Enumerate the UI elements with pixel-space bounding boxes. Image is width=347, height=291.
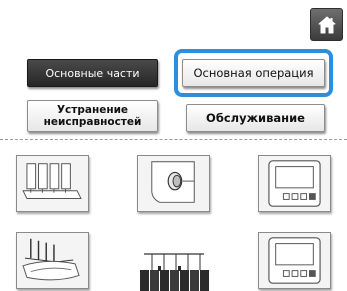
troubleshooting-button[interactable]: Устранение неисправностей: [27, 100, 158, 132]
tile-lcd-panel-1[interactable]: [258, 155, 331, 212]
thread-stand-icon: [22, 238, 80, 281]
tile-thread-stand[interactable]: [16, 232, 89, 289]
home-button[interactable]: [310, 8, 343, 41]
help-screen: Основные части Основная операция Устране…: [0, 0, 347, 291]
basic-operation-button[interactable]: Основная операция: [182, 59, 325, 87]
main-parts-button[interactable]: Основные части: [27, 59, 158, 87]
divider: [0, 139, 347, 140]
machine-side-knob-icon: [151, 161, 195, 203]
tile-machine-front[interactable]: [16, 155, 89, 212]
lcd-panel-icon: [268, 237, 321, 284]
tile-lcd-panel-2[interactable]: [258, 232, 331, 289]
maintenance-button[interactable]: Обслуживание: [186, 104, 325, 132]
tile-machine-side[interactable]: [137, 155, 210, 212]
thread-spools-graphic: [130, 242, 218, 291]
home-icon: [318, 16, 335, 33]
thread-spools-icon: [140, 253, 209, 291]
lcd-panel-icon: [268, 160, 321, 207]
machine-front-icon: [22, 163, 82, 199]
